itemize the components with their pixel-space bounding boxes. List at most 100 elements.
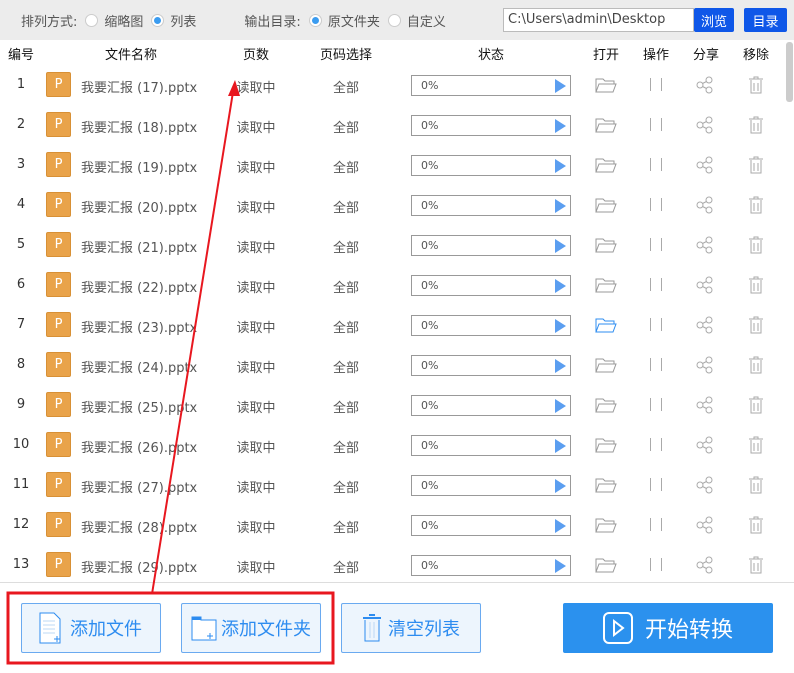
remove-trash-icon[interactable] xyxy=(747,396,765,414)
page-range-select[interactable]: 全部 xyxy=(316,397,376,416)
pause-icon[interactable] xyxy=(650,278,662,291)
radio-list[interactable] xyxy=(151,13,165,27)
play-icon[interactable] xyxy=(555,159,566,173)
remove-trash-icon[interactable] xyxy=(747,276,765,294)
radio-original-folder[interactable] xyxy=(308,13,322,27)
share-icon[interactable] xyxy=(696,276,714,294)
share-icon[interactable] xyxy=(696,156,714,174)
remove-trash-icon[interactable] xyxy=(747,476,765,494)
pause-icon[interactable] xyxy=(650,318,662,331)
open-folder-icon[interactable] xyxy=(595,77,617,93)
remove-trash-icon[interactable] xyxy=(747,556,765,574)
play-icon[interactable] xyxy=(555,399,566,413)
share-icon[interactable] xyxy=(696,236,714,254)
remove-trash-icon[interactable] xyxy=(747,236,765,254)
remove-trash-icon[interactable] xyxy=(747,436,765,454)
open-folder-icon[interactable] xyxy=(595,277,617,293)
share-icon[interactable] xyxy=(696,556,714,574)
play-icon[interactable] xyxy=(555,279,566,293)
play-icon[interactable] xyxy=(555,239,566,253)
page-range-select[interactable]: 全部 xyxy=(316,317,376,336)
page-range-select[interactable]: 全部 xyxy=(316,477,376,496)
remove-trash-icon[interactable] xyxy=(747,156,765,174)
start-convert-button[interactable]: 开始转换 xyxy=(563,603,773,653)
open-folder-icon[interactable] xyxy=(595,197,617,213)
table-row[interactable]: 5 P 我要汇报 (21).pptx 读取中 全部 0% xyxy=(0,225,784,265)
directory-button[interactable]: 目录 xyxy=(744,8,787,32)
radio-original-folder-label[interactable]: 原文件夹 xyxy=(328,11,380,30)
play-icon[interactable] xyxy=(555,119,566,133)
page-range-select[interactable]: 全部 xyxy=(316,437,376,456)
page-range-select[interactable]: 全部 xyxy=(316,557,376,576)
table-row[interactable]: 2 P 我要汇报 (18).pptx 读取中 全部 0% xyxy=(0,105,784,145)
open-folder-icon[interactable] xyxy=(595,237,617,253)
remove-trash-icon[interactable] xyxy=(747,116,765,134)
table-row[interactable]: 13 P 我要汇报 (29).pptx 读取中 全部 0% xyxy=(0,545,784,585)
page-range-select[interactable]: 全部 xyxy=(316,117,376,136)
play-icon[interactable] xyxy=(555,199,566,213)
browse-button[interactable]: 浏览 xyxy=(694,8,734,32)
pause-icon[interactable] xyxy=(650,358,662,371)
table-row[interactable]: 10 P 我要汇报 (26).pptx 读取中 全部 0% xyxy=(0,425,784,465)
add-folder-button[interactable]: 添加文件夹 xyxy=(181,603,321,653)
radio-custom[interactable] xyxy=(387,13,401,27)
pause-icon[interactable] xyxy=(650,238,662,251)
radio-custom-label[interactable]: 自定义 xyxy=(407,11,446,30)
play-icon[interactable] xyxy=(555,359,566,373)
open-folder-icon[interactable] xyxy=(595,477,617,493)
open-folder-icon[interactable] xyxy=(595,397,617,413)
play-icon[interactable] xyxy=(555,79,566,93)
radio-list-label[interactable]: 列表 xyxy=(170,11,196,30)
share-icon[interactable] xyxy=(696,436,714,454)
add-file-button[interactable]: 添加文件 xyxy=(21,603,161,653)
open-folder-icon[interactable] xyxy=(595,117,617,133)
remove-trash-icon[interactable] xyxy=(747,316,765,334)
play-icon[interactable] xyxy=(555,439,566,453)
share-icon[interactable] xyxy=(696,356,714,374)
pause-icon[interactable] xyxy=(650,518,662,531)
open-folder-icon[interactable] xyxy=(595,157,617,173)
radio-thumbnail-label[interactable]: 缩略图 xyxy=(104,11,143,30)
share-icon[interactable] xyxy=(696,516,714,534)
play-icon[interactable] xyxy=(555,319,566,333)
pause-icon[interactable] xyxy=(650,78,662,91)
remove-trash-icon[interactable] xyxy=(747,76,765,94)
page-range-select[interactable]: 全部 xyxy=(316,157,376,176)
open-folder-icon[interactable] xyxy=(595,517,617,533)
remove-trash-icon[interactable] xyxy=(747,356,765,374)
table-row[interactable]: 12 P 我要汇报 (28).pptx 读取中 全部 0% xyxy=(0,505,784,545)
open-folder-icon[interactable] xyxy=(595,357,617,373)
scrollbar[interactable] xyxy=(786,42,793,102)
page-range-select[interactable]: 全部 xyxy=(316,277,376,296)
pause-icon[interactable] xyxy=(650,558,662,571)
share-icon[interactable] xyxy=(696,76,714,94)
table-row[interactable]: 7 P 我要汇报 (23).pptx 读取中 全部 0% xyxy=(0,305,784,345)
table-row[interactable]: 1 P 我要汇报 (17).pptx 读取中 全部 0% xyxy=(0,65,784,105)
page-range-select[interactable]: 全部 xyxy=(316,517,376,536)
pause-icon[interactable] xyxy=(650,478,662,491)
open-folder-icon[interactable] xyxy=(595,557,617,573)
clear-list-button[interactable]: 清空列表 xyxy=(341,603,481,653)
open-folder-icon[interactable] xyxy=(595,437,617,453)
share-icon[interactable] xyxy=(696,476,714,494)
radio-thumbnail[interactable] xyxy=(85,13,99,27)
table-row[interactable]: 9 P 我要汇报 (25).pptx 读取中 全部 0% xyxy=(0,385,784,425)
share-icon[interactable] xyxy=(696,316,714,334)
pause-icon[interactable] xyxy=(650,118,662,131)
pause-icon[interactable] xyxy=(650,438,662,451)
remove-trash-icon[interactable] xyxy=(747,196,765,214)
play-icon[interactable] xyxy=(555,519,566,533)
table-row[interactable]: 4 P 我要汇报 (20).pptx 读取中 全部 0% xyxy=(0,185,784,225)
play-icon[interactable] xyxy=(555,479,566,493)
page-range-select[interactable]: 全部 xyxy=(316,197,376,216)
open-folder-icon[interactable] xyxy=(595,317,617,333)
pause-icon[interactable] xyxy=(650,198,662,211)
page-range-select[interactable]: 全部 xyxy=(316,357,376,376)
table-row[interactable]: 6 P 我要汇报 (22).pptx 读取中 全部 0% xyxy=(0,265,784,305)
table-row[interactable]: 11 P 我要汇报 (27).pptx 读取中 全部 0% xyxy=(0,465,784,505)
output-path-input[interactable]: C:\Users\admin\Desktop xyxy=(503,8,694,32)
play-icon[interactable] xyxy=(555,559,566,573)
page-range-select[interactable]: 全部 xyxy=(316,77,376,96)
pause-icon[interactable] xyxy=(650,158,662,171)
page-range-select[interactable]: 全部 xyxy=(316,237,376,256)
